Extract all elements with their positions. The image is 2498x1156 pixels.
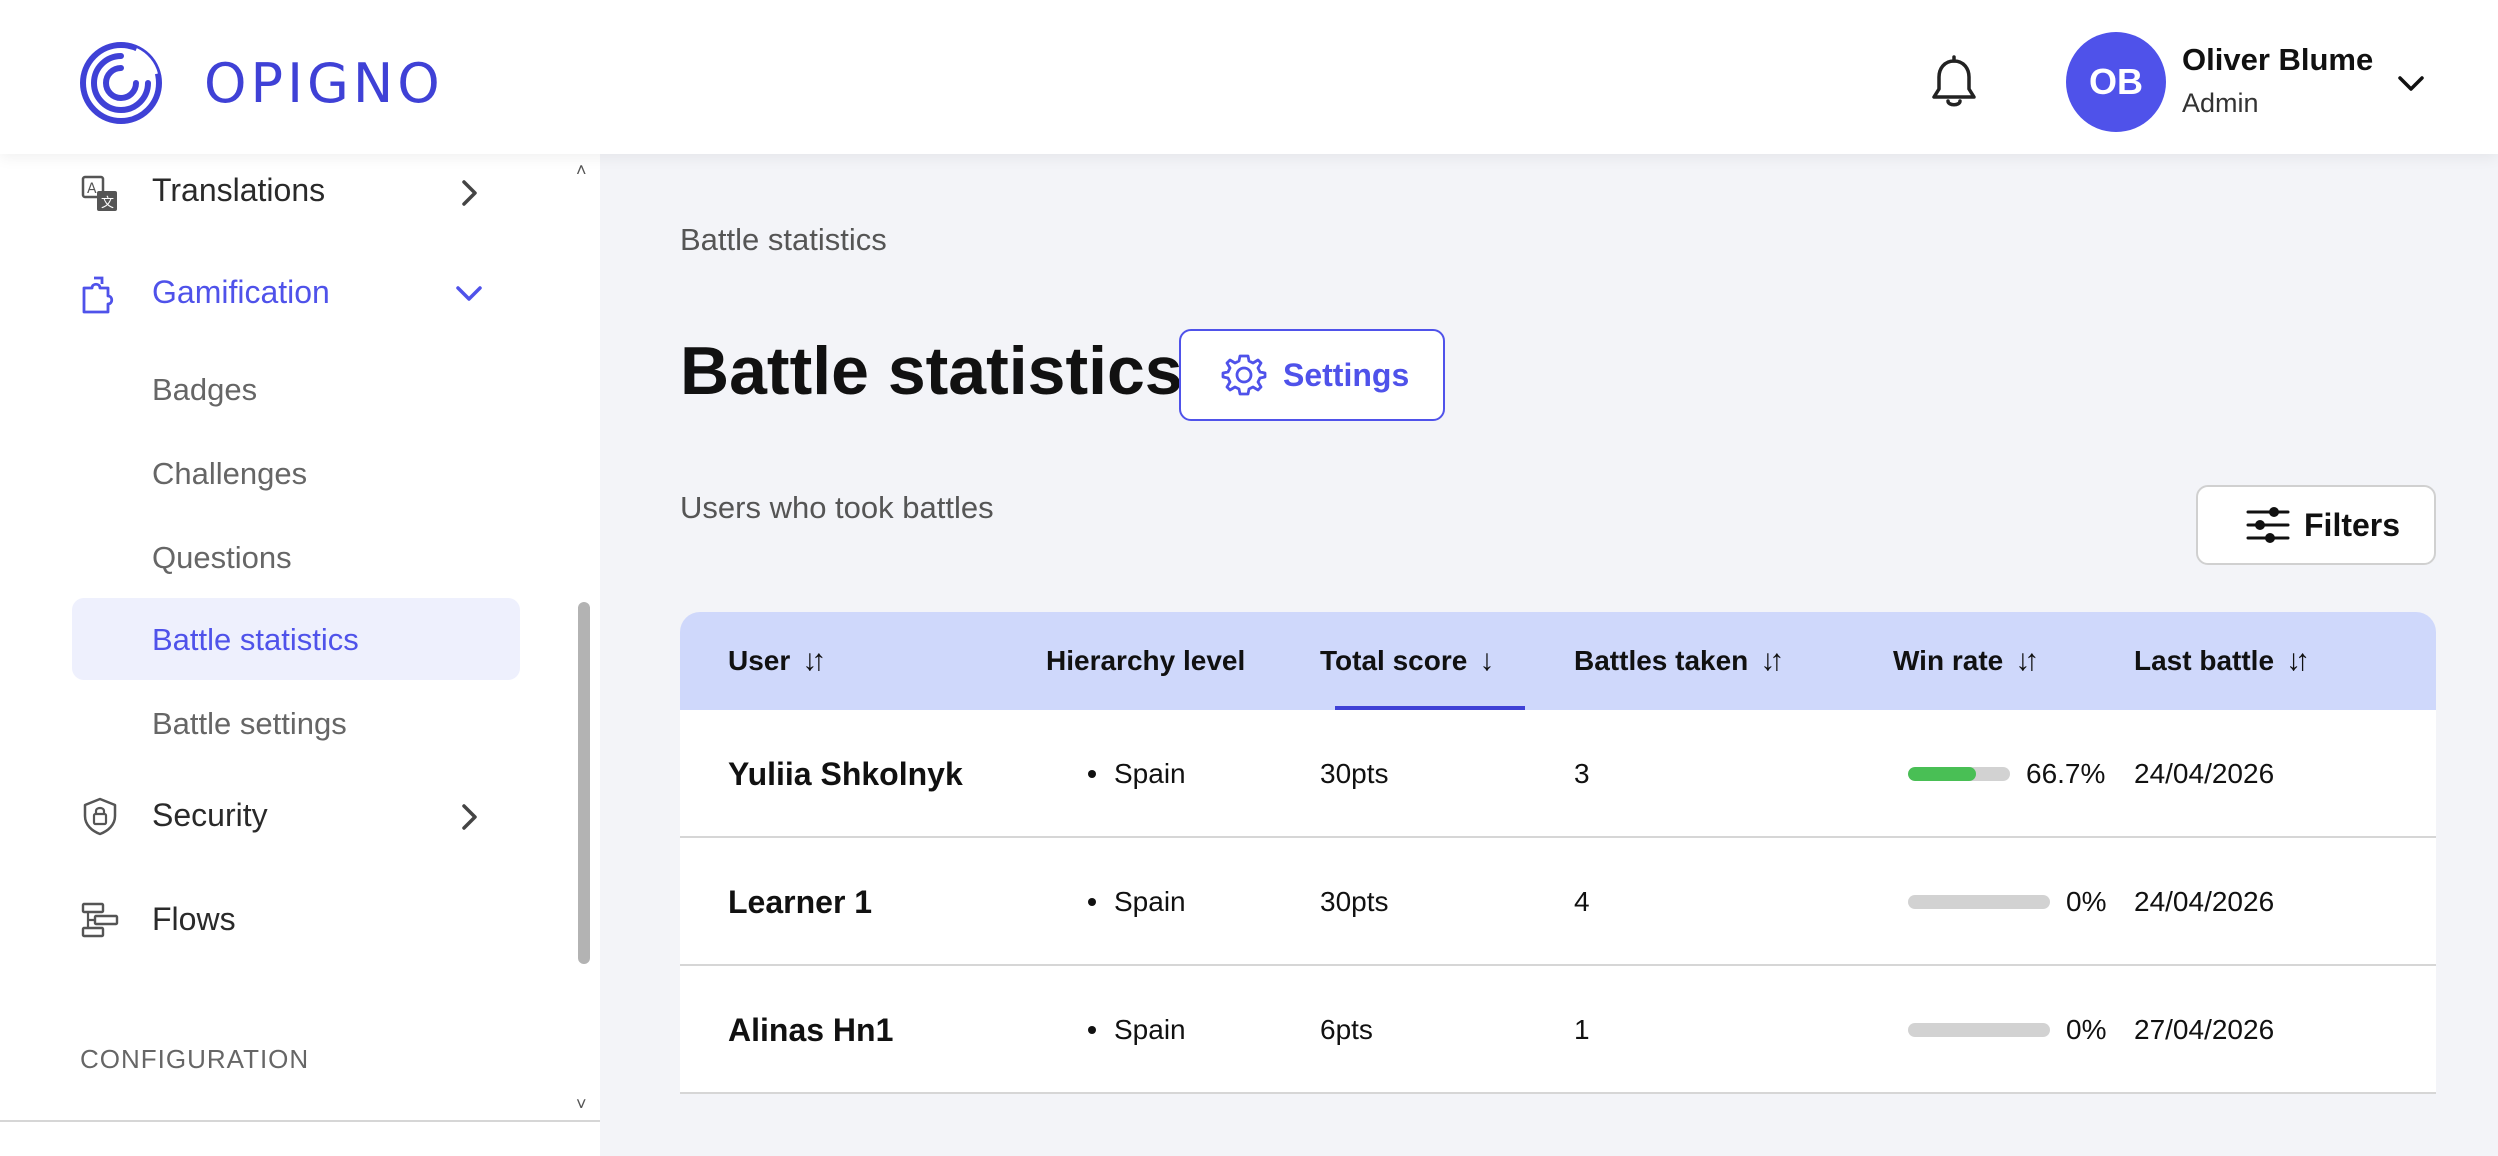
settings-button[interactable]: Settings	[1179, 329, 1445, 421]
sidebar-subitem-challenges[interactable]: Challenges	[152, 456, 307, 492]
user-name[interactable]: Oliver Blume	[2182, 42, 2373, 78]
column-label: Win rate	[1893, 645, 2004, 676]
win-rate-value: 66.7%	[2026, 758, 2106, 789]
translate-icon: A 文	[81, 175, 117, 211]
sidebar-bottom-divider	[0, 1120, 600, 1156]
column-header-battles-taken[interactable]: Battles taken ↓↑	[1574, 612, 1784, 710]
notification-bell-icon[interactable]	[1928, 55, 1980, 111]
sidebar-subitem-questions[interactable]: Questions	[152, 540, 292, 576]
cell-user[interactable]: Learner 1	[728, 838, 872, 966]
brand-name: OPIGNO	[204, 51, 444, 115]
column-header-win-rate[interactable]: Win rate ↓↑	[1893, 612, 2039, 710]
cell-last-battle: 24/04/2026	[2134, 886, 2275, 917]
cell-hierarchy: Spain	[1088, 710, 1186, 838]
cell-battles: 3	[1574, 758, 1590, 789]
opigno-logo[interactable]: OPIGNO	[78, 40, 444, 126]
breadcrumb[interactable]: Battle statistics	[680, 222, 887, 258]
shield-lock-icon	[83, 797, 117, 836]
cell-hierarchy: Spain	[1088, 838, 1186, 966]
battle-statistics-table: User ↓↑ Hierarchy level Total score ↓ Ba…	[680, 612, 2436, 1094]
sort-descending-icon: ↓	[1479, 644, 1495, 677]
svg-text:文: 文	[101, 196, 114, 211]
user-role: Admin	[2182, 88, 2259, 118]
column-label: Hierarchy level	[1046, 645, 1246, 676]
win-rate-value: 0%	[2066, 886, 2107, 917]
win-rate-bar-fill	[1908, 767, 1977, 781]
section-header-configuration: CONFIGURATION	[80, 1044, 310, 1074]
cell-last-battle: 24/04/2026	[2134, 758, 2275, 789]
sort-icon: ↓↑	[1760, 644, 1784, 677]
puzzle-icon	[82, 276, 114, 314]
sort-icon: ↓↑	[2286, 644, 2310, 677]
win-rate-bar	[1908, 767, 2010, 781]
sidebar-item-label: Security	[152, 797, 268, 833]
hierarchy-value: Spain	[1114, 758, 1186, 789]
column-label: Last battle	[2134, 645, 2275, 676]
cell-user[interactable]: Yuliia Shkolnyk	[728, 710, 963, 838]
top-header: OPIGNO OB Oliver Blume Admin	[0, 0, 2498, 154]
win-rate-value: 0%	[2066, 1014, 2107, 1045]
sidebar-subitem-battle-settings[interactable]: Battle settings	[152, 706, 347, 742]
cell-battles: 1	[1574, 1014, 1590, 1045]
column-header-user[interactable]: User ↓↑	[728, 612, 826, 710]
bullet-icon	[1088, 1026, 1096, 1034]
sidebar-scroll-thumb[interactable]	[578, 602, 590, 964]
sort-icon: ↓↑	[802, 644, 826, 677]
column-header-last-battle[interactable]: Last battle ↓↑	[2134, 612, 2310, 710]
bullet-icon	[1088, 898, 1096, 906]
chevron-down-icon	[456, 286, 482, 301]
user-avatar[interactable]: OB	[2066, 32, 2166, 132]
sidebar-subitem-badges[interactable]: Badges	[152, 372, 257, 408]
sidebar-item-label: Gamification	[152, 274, 330, 310]
column-label: User	[728, 645, 791, 676]
cell-win-rate: 0%	[1908, 966, 2106, 1094]
section-subtitle: Users who took battles	[680, 490, 994, 525]
scroll-down-arrow-icon[interactable]: ˅	[576, 1094, 587, 1115]
column-label: Battles taken	[1574, 645, 1749, 676]
chevron-right-icon	[462, 180, 477, 206]
cell-user[interactable]: Alinas Hn1	[728, 966, 893, 1094]
cell-score: 30pts	[1320, 758, 1389, 789]
gear-icon	[1221, 354, 1267, 396]
hierarchy-value: Spain	[1114, 1014, 1186, 1045]
svg-text:A: A	[87, 181, 97, 197]
cell-last-battle: 27/04/2026	[2134, 1014, 2275, 1045]
sidebar-subitem-battle-statistics[interactable]: Battle statistics	[152, 622, 359, 658]
table-row[interactable]: Yuliia Shkolnyk Spain 30pts 3 66.7% 24/0…	[680, 710, 2436, 838]
sort-icon: ↓↑	[2015, 644, 2039, 677]
cell-score: 6pts	[1320, 1014, 1373, 1045]
filters-button-label: Filters	[2304, 506, 2401, 543]
settings-button-label: Settings	[1283, 356, 1410, 393]
chevron-down-icon[interactable]	[2394, 66, 2428, 100]
flows-icon	[81, 902, 119, 938]
cell-win-rate: 66.7%	[1908, 710, 2105, 838]
sidebar-item-label: Translations	[152, 172, 326, 208]
page-title: Battle statistics	[680, 333, 1183, 409]
column-header-hierarchy: Hierarchy level	[1046, 612, 1245, 710]
scroll-up-arrow-icon[interactable]: ˄	[576, 160, 587, 181]
table-header: User ↓↑ Hierarchy level Total score ↓ Ba…	[680, 612, 2436, 710]
sidebar-item-label: Flows	[152, 901, 236, 937]
table-row[interactable]: Learner 1 Spain 30pts 4 0% 24/04/2026	[680, 838, 2436, 966]
cell-win-rate: 0%	[1908, 838, 2106, 966]
column-label: Total score	[1320, 645, 1468, 676]
cell-score: 30pts	[1320, 886, 1389, 917]
bullet-icon	[1088, 770, 1096, 778]
opigno-logo-icon	[80, 42, 162, 124]
filters-button[interactable]: Filters	[2196, 485, 2436, 565]
table-row[interactable]: Alinas Hn1 Spain 6pts 1 0% 27/04/2026	[680, 966, 2436, 1094]
sidebar: A 文 Translations Gamification Badges Cha…	[0, 154, 600, 1156]
column-header-total-score[interactable]: Total score ↓	[1320, 612, 1494, 710]
win-rate-bar	[1908, 895, 2050, 909]
chevron-right-icon	[462, 804, 477, 830]
filters-sliders-icon	[2246, 507, 2290, 543]
cell-battles: 4	[1574, 886, 1590, 917]
win-rate-bar	[1908, 1023, 2050, 1037]
hierarchy-value: Spain	[1114, 886, 1186, 917]
cell-hierarchy: Spain	[1088, 966, 1186, 1094]
